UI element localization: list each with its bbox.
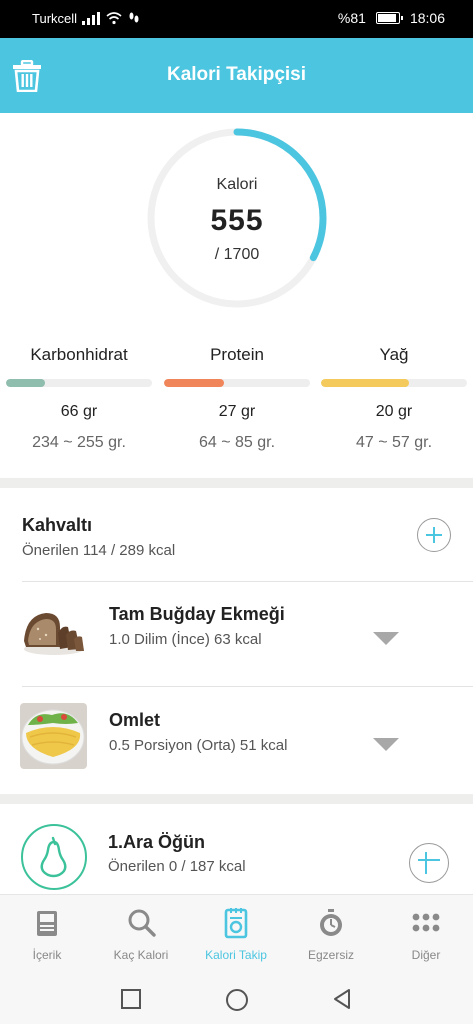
calorie-label: Kalori <box>216 176 258 193</box>
food-name: Tam Buğday Ekmeği <box>109 604 285 624</box>
food-detail: 0.5 Porsiyon (Orta) 51 kcal <box>109 737 288 754</box>
nav-item-calorie-search[interactable]: Kaç Kalori <box>94 895 188 975</box>
battery-icon <box>375 12 403 24</box>
macro-range: 234 ~ 255 gr. <box>32 434 126 451</box>
macros-panel: Karbonhidrat 66 gr 234 ~ 255 gr. Protein… <box>0 345 473 475</box>
battery-percent: %81 <box>337 10 366 26</box>
macro-bar <box>164 379 310 387</box>
status-bar: Turkcell %81 18:06 <box>0 0 473 38</box>
system-navigation-bar <box>0 974 473 1024</box>
status-right: %81 18:06 <box>338 10 445 26</box>
add-breakfast-button[interactable] <box>417 518 451 552</box>
macro-name: Yağ <box>379 345 409 364</box>
back-icon[interactable] <box>331 988 353 1010</box>
recent-apps-icon[interactable] <box>120 988 142 1010</box>
footsteps-icon <box>129 12 139 23</box>
section-separator <box>0 478 473 488</box>
nav-label: Kaç Kalori <box>113 948 169 962</box>
nav-label: Diğer <box>411 948 441 962</box>
macro-carbs: Karbonhidrat 66 gr 234 ~ 255 gr. <box>6 345 152 452</box>
nav-label: İçerik <box>32 948 62 962</box>
app-bar: Kalori Takipçisi <box>0 38 473 113</box>
calorie-target: / 1700 <box>214 246 260 263</box>
macro-bar-fill <box>6 379 46 387</box>
macro-name: Karbonhidrat <box>30 345 128 364</box>
macro-amount: 66 gr <box>60 403 98 420</box>
food-detail: 1.0 Dilim (İnce) 63 kcal <box>109 631 262 648</box>
chevron-down-icon[interactable] <box>373 632 399 645</box>
food-scale-icon <box>224 908 248 939</box>
meal-subtitle: Önerilen 0 / 187 kcal <box>108 858 246 875</box>
bread-image <box>20 597 87 663</box>
food-name: Omlet <box>109 710 161 730</box>
book-icon <box>37 911 57 936</box>
nav-item-exercise[interactable]: Egzersiz <box>284 895 378 975</box>
macro-amount: 27 gr <box>218 403 256 420</box>
section-separator <box>0 794 473 804</box>
meal-title: Kahvaltı <box>22 515 93 535</box>
macro-protein: Protein 27 gr 64 ~ 85 gr. <box>164 345 310 452</box>
bottom-navigation: İçerik Kaç Kalori Kalori Takip Egzersiz <box>0 894 473 974</box>
nav-item-more[interactable]: Diğer <box>379 895 473 975</box>
home-icon[interactable] <box>225 988 249 1012</box>
nav-label: Egzersiz <box>307 948 354 962</box>
macro-name: Protein <box>210 345 264 364</box>
divider <box>22 686 473 687</box>
nav-item-calorie-tracker[interactable]: Kalori Takip <box>189 895 283 975</box>
pear-icon <box>21 824 87 890</box>
wifi-icon <box>106 12 122 25</box>
divider <box>22 581 473 582</box>
signal-icon <box>82 11 100 25</box>
nav-item-content[interactable]: İçerik <box>0 895 94 975</box>
meal-subtitle: Önerilen 114 / 289 kcal <box>22 542 176 559</box>
meal-title: 1.Ara Öğün <box>108 832 206 852</box>
nav-label: Kalori Takip <box>205 948 267 962</box>
stopwatch-icon <box>320 909 342 936</box>
macro-range: 47 ~ 57 gr. <box>355 434 433 451</box>
carrier-name: Turkcell <box>32 11 78 26</box>
macro-bar-fill <box>164 379 224 387</box>
macro-range: 64 ~ 85 gr. <box>198 434 276 451</box>
search-icon <box>128 909 156 937</box>
page-title: Kalori Takipçisi <box>166 64 307 85</box>
macro-bar-fill <box>321 379 409 387</box>
clock: 18:06 <box>409 10 445 26</box>
add-snack-button[interactable] <box>409 843 449 883</box>
omelette-image <box>20 703 87 769</box>
chevron-down-icon[interactable] <box>373 738 399 751</box>
macro-bar <box>321 379 467 387</box>
calorie-value: 555 <box>210 204 264 237</box>
status-icons <box>82 11 140 25</box>
more-dots-icon <box>412 913 440 932</box>
macro-fat: Yağ 20 gr 47 ~ 57 gr. <box>321 345 467 452</box>
macro-amount: 20 gr <box>375 403 413 420</box>
macro-bar <box>6 379 152 387</box>
calorie-ring: Kalori 555 / 1700 <box>145 126 329 310</box>
